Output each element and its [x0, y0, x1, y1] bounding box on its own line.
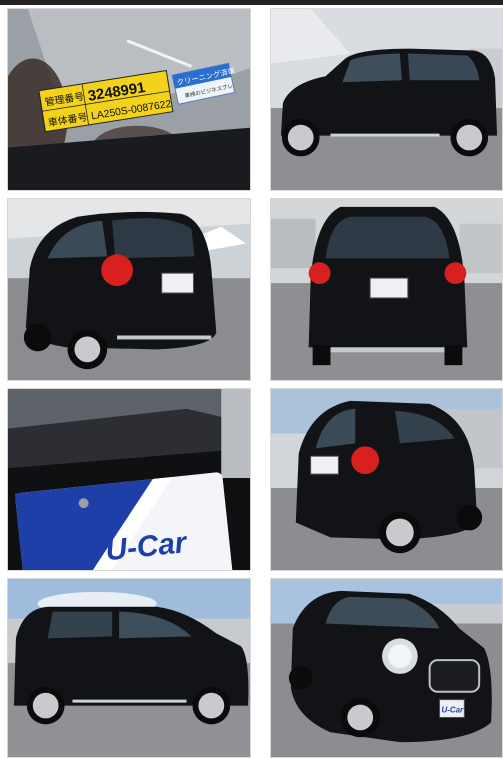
rear-quarter-image — [8, 199, 250, 380]
side-right-image — [8, 579, 250, 757]
plate-front-text: U-Car — [442, 706, 464, 715]
side-left-image — [271, 9, 502, 190]
photo-rear-quarter[interactable] — [7, 198, 251, 381]
windshield-image: 管理番号 3248991 車体番号 LA250S-0087622 クリーニング済… — [8, 9, 250, 190]
front-quarter-image: U-Car — [271, 579, 502, 757]
photo-rear[interactable] — [270, 198, 503, 381]
photo-plate-closeup[interactable]: U-Car — [7, 388, 251, 571]
plate-closeup-image: U-Car — [8, 389, 250, 570]
rear-image — [271, 199, 502, 380]
photo-front-quarter[interactable]: U-Car — [270, 578, 503, 758]
photo-rear-quarter-right[interactable] — [270, 388, 503, 571]
photo-gallery: 管理番号 3248991 車体番号 LA250S-0087622 クリーニング済… — [0, 0, 503, 758]
rear-quarter-right-image — [271, 389, 502, 570]
photo-windshield-sticker[interactable]: 管理番号 3248991 車体番号 LA250S-0087622 クリーニング済… — [7, 8, 251, 191]
photo-side-right[interactable] — [7, 578, 251, 758]
photo-side-left[interactable] — [270, 8, 503, 191]
